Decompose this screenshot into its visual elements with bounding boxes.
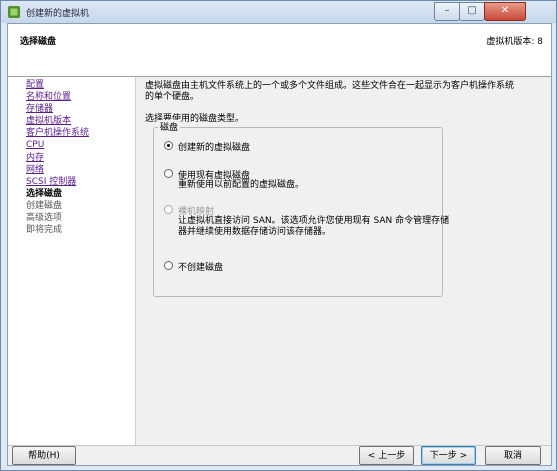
option-create-new-disk-label: 创建新的虚拟磁盘 [178,143,251,153]
help-button[interactable]: 帮助(H) [12,446,76,465]
radio-no-disk[interactable] [164,261,173,270]
sidebar-step[interactable]: 内存 [26,152,89,164]
window-title: 创建新的虚拟机 [26,9,90,19]
vsphere-app-icon [8,6,20,18]
minimize-button[interactable]: – [434,2,460,21]
main-panel: 虚拟磁盘由主机文件系统上的一个或多个文件组成。这些文件合在一起显示为客户机操作系… [143,77,543,445]
back-button[interactable]: < 上一步 [359,446,414,465]
vm-version-label: 虚拟机版本: 8 [486,37,543,47]
wizard-body: 配置 名称和位置 存储器 虚拟机版本 客户机操作系统 CPU 内存 网络 SCSI 控制器 选择磁… [8,77,551,445]
wizard-header: 选择磁盘 虚拟机版本: 8 [8,24,551,77]
sidebar-step[interactable]: 配置 [26,79,89,91]
sidebar-step[interactable]: 存储器 [26,103,89,115]
disk-group-label: 磁盘 [158,120,181,133]
close-button[interactable]: ✕ [484,2,526,21]
description-line-2: 的单个硬盘。 [145,92,200,102]
sidebar-step: 创建磁盘 [26,200,63,211]
radio-create-new-disk[interactable] [164,141,173,150]
option-raw-device-mapping-desc: 让虚拟机直接访问 SAN。该选项允许您使用现有 SAN 命令管理存储 器并继续使… [178,216,449,238]
sidebar-step: 高级选项 [26,213,63,224]
sidebar-step[interactable]: 网络 [26,164,89,176]
radio-use-existing-disk[interactable] [164,169,173,178]
wizard-client: 选择磁盘 虚拟机版本: 8 配置 名称和位置 存储器 虚拟机版本 客户机操作系统 CPU 内… [7,23,552,466]
description-line-1: 虚拟磁盘由主机文件系统上的一个或多个文件组成。这些文件合在一起显示为客户机操作系… [145,81,515,91]
wizard-footer: 帮助(H) < 上一步 下一步 > 取消 [8,445,551,466]
sidebar-step[interactable]: 客户机操作系统 [26,127,89,139]
step-sidebar: 配置 名称和位置 存储器 虚拟机版本 客户机操作系统 CPU 内存 网络 SCSI 控制器 选择磁… [8,77,136,445]
radio-raw-device-mapping [164,205,173,214]
cancel-button[interactable]: 取消 [485,446,541,465]
sidebar-step[interactable]: 名称和位置 [26,91,89,103]
next-button[interactable]: 下一步 > [421,446,476,465]
title-bar[interactable]: 创建新的虚拟机 – □ ✕ [1,1,556,23]
sidebar-step: 选择磁盘 [26,188,63,199]
description: 虚拟磁盘由主机文件系统上的一个或多个文件组成。这些文件合在一起显示为客户机操作系… [145,81,535,103]
sidebar-step[interactable]: CPU [26,139,89,151]
option-raw-device-mapping-desc-line-2: 器并继续使用数据存储访问该存储器。 [178,227,332,237]
disk-type-group: 磁盘 创建新的虚拟磁盘 使用现有虚拟磁盘 重新使用以前配置的虚拟磁盘。 裸机映射… [153,120,449,297]
sidebar-step[interactable]: SCSI 控制器 [26,176,89,188]
page-title: 选择磁盘 [20,37,57,47]
wizard-window: 创建新的虚拟机 – □ ✕ 选择磁盘 虚拟机版本: 8 配置 名称和位置 存储器 虚拟… [0,0,557,471]
option-no-disk-label: 不创建磁盘 [178,263,224,273]
option-use-existing-disk-desc-line: 重新使用以前配置的虚拟磁盘。 [178,180,305,190]
sidebar-step[interactable]: 虚拟机版本 [26,115,89,127]
option-raw-device-mapping-desc-line-1: 让虚拟机直接访问 SAN。该选项允许您使用现有 SAN 命令管理存储 [178,216,450,226]
step-list: 配置 名称和位置 存储器 虚拟机版本 客户机操作系统 CPU 内存 网络 SCSI 控制器 选择磁… [26,79,89,236]
maximize-button[interactable]: □ [459,2,485,21]
sidebar-step: 即将完成 [26,225,63,236]
option-use-existing-disk-desc: 重新使用以前配置的虚拟磁盘。 [178,180,304,191]
